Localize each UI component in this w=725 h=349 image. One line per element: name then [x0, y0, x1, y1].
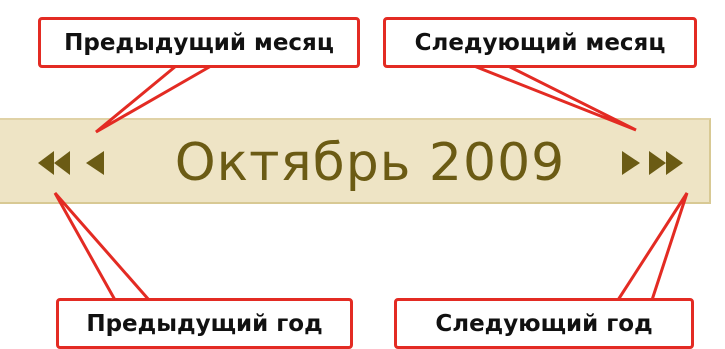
annotated-calendar-header: Октябрь 2009 Предыдущий месяц Следующий … [0, 0, 725, 349]
next-year-button[interactable] [648, 120, 684, 206]
callout-previous-year: Предыдущий год [56, 298, 353, 349]
callout-next-year: Следующий год [394, 298, 694, 349]
double-left-triangle-icon [38, 151, 70, 175]
left-triangle-icon [86, 151, 104, 175]
right-triangle-icon [622, 151, 640, 175]
calendar-navigation-bar: Октябрь 2009 [0, 118, 711, 204]
previous-year-button[interactable] [38, 120, 70, 206]
month-year-title: Октябрь 2009 [174, 133, 566, 193]
callout-next-month: Следующий месяц [383, 17, 697, 68]
double-right-triangle-icon [649, 151, 683, 175]
next-month-button[interactable] [620, 120, 642, 206]
callout-previous-month: Предыдущий месяц [38, 17, 360, 68]
previous-month-button[interactable] [84, 120, 106, 206]
